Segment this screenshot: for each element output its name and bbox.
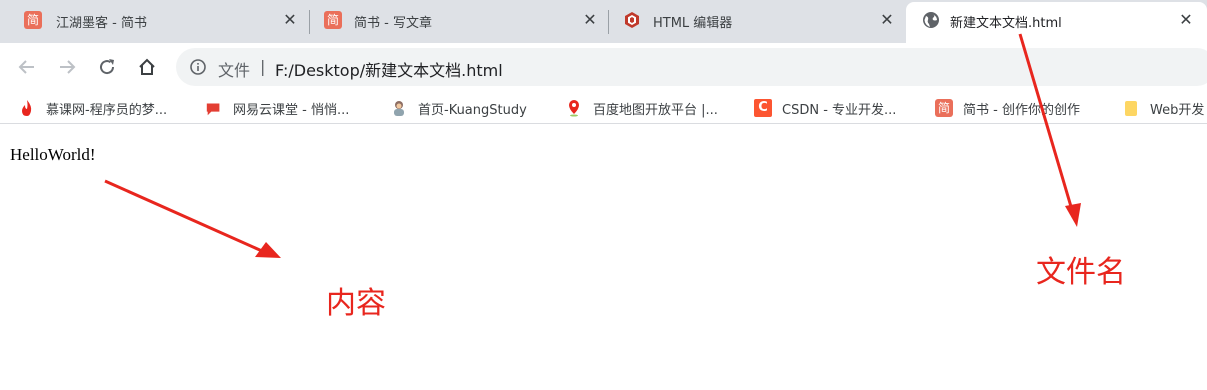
html-logo-icon xyxy=(623,11,641,29)
bookmarks-bar: 慕课网-程序员的梦... 网易云课堂 - 悄悄... 首页-KuangStudy… xyxy=(0,91,1207,124)
home-icon[interactable] xyxy=(135,55,159,79)
bookmark-label: 慕课网-程序员的梦... xyxy=(46,102,168,118)
filename-annotation-label: 文件名 xyxy=(1036,255,1126,290)
tab-title: 江湖墨客 - 简书 xyxy=(56,16,147,31)
tab-strip: 简 江湖墨客 - 简书 ✕ 简 简书 - 写文章 ✕ HTML 编辑器 ✕ 新建… xyxy=(0,0,1207,43)
forward-icon[interactable] xyxy=(55,55,79,79)
tab-jianshu-write[interactable]: 简 简书 - 写文章 ✕ xyxy=(310,0,608,43)
jianshu-icon: 简 xyxy=(24,11,42,29)
bookmark-label: 百度地图开放平台 |... xyxy=(593,102,718,118)
folder-icon xyxy=(1122,99,1140,117)
csdn-icon: C xyxy=(754,99,772,117)
bookmark-label: 首页-KuangStudy xyxy=(418,102,527,118)
tab-title: HTML 编辑器 xyxy=(653,16,733,31)
close-icon[interactable]: ✕ xyxy=(282,12,298,28)
close-icon[interactable]: ✕ xyxy=(1178,12,1194,28)
bookmark-label: 网易云课堂 - 悄悄... xyxy=(233,102,350,118)
map-pin-icon xyxy=(565,99,583,117)
bookmark-jianshu[interactable]: 简 简书 - 创作你的创作 xyxy=(935,98,1080,118)
bookmark-kuangstudy[interactable]: 首页-KuangStudy xyxy=(390,98,527,118)
url-scheme-label: 文件 xyxy=(218,61,251,80)
netease-study-icon xyxy=(205,99,223,117)
bookmark-label: CSDN - 专业开发... xyxy=(782,102,897,118)
flame-icon xyxy=(18,99,36,117)
page-content: HelloWorld! xyxy=(0,125,1207,390)
bookmark-label: 简书 - 创作你的创作 xyxy=(963,102,1080,118)
address-bar[interactable]: 文件 | F:/Desktop/新建文本文档.html xyxy=(176,48,1207,86)
bookmark-netease-study[interactable]: 网易云课堂 - 悄悄... xyxy=(205,98,349,118)
jianshu-icon: 简 xyxy=(935,99,953,117)
toolbar: 文件 | F:/Desktop/新建文本文档.html xyxy=(0,43,1207,91)
bookmark-folder-web[interactable]: Web开发 xyxy=(1122,98,1204,118)
jianshu-icon: 简 xyxy=(324,11,342,29)
bookmark-imooc[interactable]: 慕课网-程序员的梦... xyxy=(18,98,167,118)
tab-title: 简书 - 写文章 xyxy=(354,16,432,31)
reload-icon[interactable] xyxy=(95,55,119,79)
url-text[interactable]: F:/Desktop/新建文本文档.html xyxy=(275,57,503,81)
close-icon[interactable]: ✕ xyxy=(582,12,598,28)
tab-html-editor[interactable]: HTML 编辑器 ✕ xyxy=(609,0,905,43)
bookmark-csdn[interactable]: C CSDN - 专业开发... xyxy=(754,98,896,118)
close-icon[interactable]: ✕ xyxy=(879,12,895,28)
url-divider: | xyxy=(260,57,266,76)
back-icon[interactable] xyxy=(15,55,39,79)
tab-new-text-document[interactable]: 新建文本文档.html ✕ xyxy=(906,2,1207,43)
info-icon[interactable] xyxy=(190,59,206,75)
bookmark-baidu-map[interactable]: 百度地图开放平台 |... xyxy=(565,98,718,118)
tab-title: 新建文本文档.html xyxy=(950,16,1062,31)
browser-window: 简 江湖墨客 - 简书 ✕ 简 简书 - 写文章 ✕ HTML 编辑器 ✕ 新建… xyxy=(0,0,1207,390)
page-body-text: HelloWorld! xyxy=(10,145,96,164)
avatar-icon xyxy=(390,99,408,117)
tab-jianghu-moke[interactable]: 简 江湖墨客 - 简书 ✕ xyxy=(0,0,306,43)
content-annotation-label: 内容 xyxy=(326,286,386,321)
globe-icon xyxy=(922,11,940,29)
bookmark-label: Web开发 xyxy=(1150,102,1205,118)
